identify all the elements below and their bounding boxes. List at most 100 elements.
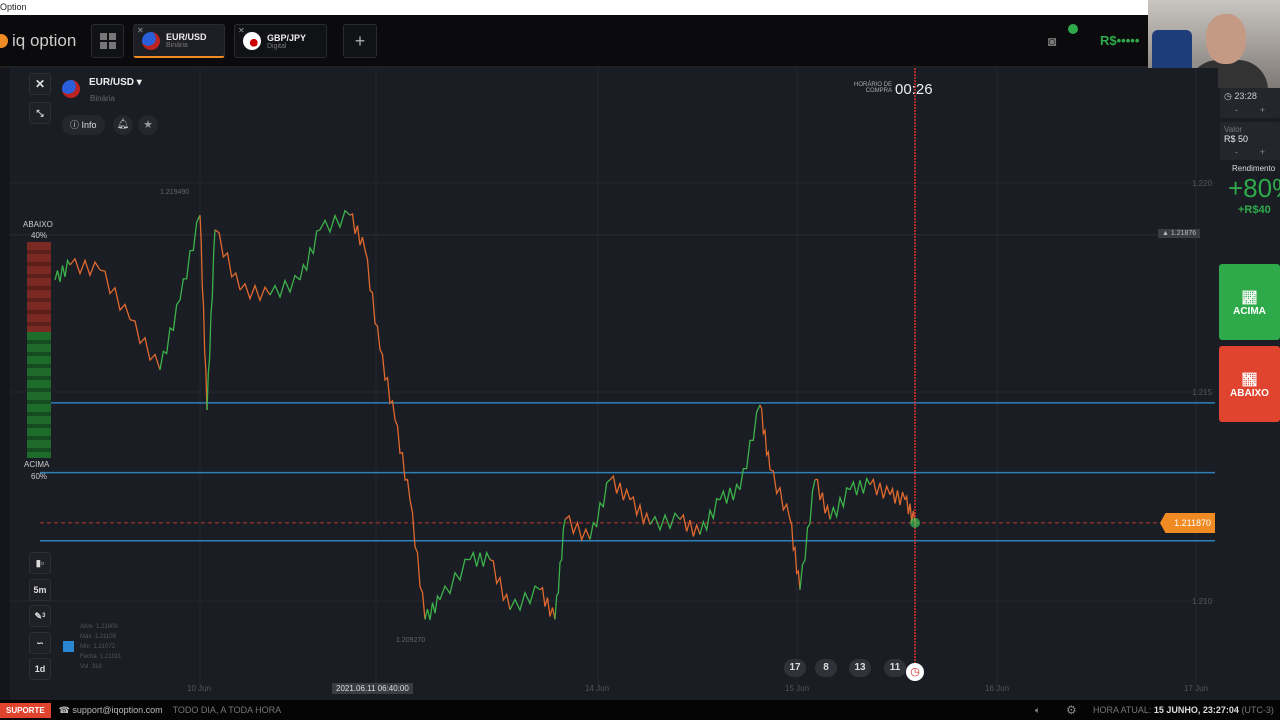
support-button[interactable]: SUPORTE (0, 702, 51, 718)
price-segment (509, 584, 541, 612)
price-segment (849, 476, 871, 496)
price-segment (769, 469, 791, 520)
eur-usd-flag-icon (142, 31, 160, 50)
asset-selector[interactable]: EUR/USD ▾ (89, 77, 142, 88)
price-segment (564, 514, 591, 543)
timeframe-button[interactable]: 5m (29, 579, 51, 601)
drawing-tools-button[interactable]: ✎ 3 (29, 605, 51, 627)
x-tick: 17 Jun (1184, 684, 1209, 693)
sentiment-up-label: ACIMA (24, 460, 50, 469)
support-email[interactable]: support@iqoption.com (72, 705, 162, 715)
counter-badge[interactable]: 17 (784, 659, 806, 677)
tab-eur-usd[interactable]: ✕ EUR/USD Binária (133, 24, 225, 58)
price-segment (239, 282, 271, 303)
price-segment (719, 482, 741, 504)
info-icon: ⓘ (70, 120, 80, 130)
sentiment-down-label: ABAIXO (23, 220, 53, 229)
chart-area[interactable] (0, 68, 1218, 700)
price-alert-tag[interactable]: ▲ 1.21876 (1158, 229, 1201, 238)
info-button[interactable]: ⓘ Info (62, 115, 105, 135)
logo-icon (0, 34, 8, 48)
close-chart-button[interactable]: ✕ (29, 73, 51, 95)
amount-value: R$ 50 (1224, 134, 1249, 144)
tab-label: EUR/USD (166, 32, 207, 42)
buy-down-button[interactable]: 📉︎ ABAIXO (1219, 346, 1280, 422)
bell-icon: ▲ (1162, 230, 1169, 237)
period-button[interactable]: 1d (29, 658, 51, 680)
price-segment (69, 257, 101, 278)
x-tick: 10 Jun (187, 684, 212, 693)
chart-type-button[interactable]: ▮▫ (29, 552, 51, 574)
top-bar: iq option ✕ EUR/USD Binária ✕ GBP/JPY Digita… (0, 15, 1280, 67)
sentiment-down-pct: 40% (31, 231, 48, 240)
tab-sub: Digital (267, 42, 287, 50)
price-segment (699, 497, 721, 535)
expiry-timer-icon: ◷ (906, 663, 924, 681)
price-segment (179, 214, 201, 301)
time-minus-button[interactable]: - (1235, 105, 1238, 115)
bell-icon: 🔔︎ (116, 119, 130, 130)
price-segment (799, 479, 816, 590)
favorite-button[interactable]: ★ (138, 115, 158, 135)
mute-icon[interactable]: 🔈︎ (1035, 705, 1040, 716)
counter-badge[interactable]: 11 (884, 659, 906, 677)
buy-up-label: ACIMA (1233, 306, 1266, 317)
collapse-icon[interactable]: ⤡ (29, 102, 51, 124)
amount-field[interactable]: Valor R$ 50 - + (1220, 122, 1280, 160)
price-segment (629, 495, 651, 526)
drawing-count: 3 (42, 613, 46, 619)
price-chart[interactable] (0, 68, 1218, 700)
apps-grid-button[interactable] (91, 24, 124, 58)
price-segment (364, 249, 381, 350)
window-title: Option (0, 0, 1280, 15)
footer: SUPORTE ☎ support@iqoption.com TODO DIA,… (0, 700, 1280, 720)
info-label: Info (81, 120, 97, 130)
amount-plus-button[interactable]: + (1260, 147, 1265, 157)
tab-sub: Binária (166, 42, 188, 49)
price-segment (394, 419, 411, 500)
alert-level: 1.21876 (1170, 230, 1197, 237)
expiry-time-field[interactable]: ◷ 23:28 - + (1220, 88, 1280, 118)
add-tab-button[interactable]: + (343, 24, 377, 58)
price-segment (759, 404, 771, 470)
price-segment (789, 519, 801, 590)
x-tick: 16 Jun (985, 684, 1010, 693)
time-plus-button[interactable]: + (1260, 105, 1265, 115)
counter-badge[interactable]: 13 (849, 659, 871, 677)
alert-bell-button[interactable]: 🔔︎ (113, 115, 133, 135)
wave-icon: ∽ (36, 637, 44, 648)
price-segment (469, 550, 491, 567)
counter-badge[interactable]: 8 (815, 659, 837, 677)
y-tick: 1.220 (1192, 179, 1213, 188)
settings-gear-icon[interactable]: ⚙ (1066, 703, 1077, 717)
current-time: HORA ATUAL: 15 JUNHO, 23:27:04 (UTC-3) (1093, 705, 1274, 715)
price-segment (829, 486, 851, 520)
balance[interactable]: R$••••• (1100, 33, 1139, 48)
price-segment (889, 486, 906, 506)
price-segment (609, 474, 631, 501)
amount-minus-button[interactable]: - (1235, 147, 1238, 157)
price-segment (539, 586, 556, 620)
price-segment (54, 258, 71, 283)
low-label: 1.209270 (396, 637, 426, 644)
pencil-icon: ✎ (34, 610, 43, 621)
indicators-button[interactable]: ∽ (29, 632, 51, 654)
close-tab-icon[interactable]: ✕ (137, 26, 144, 35)
tab-gbp-jpy[interactable]: ✕ GBP/JPY Digital (234, 24, 327, 58)
logo[interactable]: iq option (0, 31, 76, 51)
ohlc-panel: Abre 1.21609 Máx 1.21109 Mín 1.21072 Fec… (80, 624, 122, 670)
phone-icon: ☎ (58, 704, 70, 715)
price-segment (589, 479, 611, 540)
price-segment (319, 209, 351, 234)
yield-label: Rendimento (1232, 164, 1276, 173)
buy-up-button[interactable]: 📈︎ ACIMA (1219, 264, 1280, 340)
current-price-tag: 1.211870 (1160, 513, 1215, 533)
price-segment (869, 477, 891, 499)
asset-flag-icon (62, 80, 80, 98)
y-tick: 1.210 (1192, 597, 1213, 606)
camera-icon[interactable]: ◙ (1048, 33, 1056, 49)
close-tab-icon[interactable]: ✕ (238, 26, 245, 35)
purchase-countdown: 00:26 (895, 81, 933, 98)
yield-pct: +80% (1228, 173, 1280, 203)
sentiment-bar-down (27, 242, 51, 332)
